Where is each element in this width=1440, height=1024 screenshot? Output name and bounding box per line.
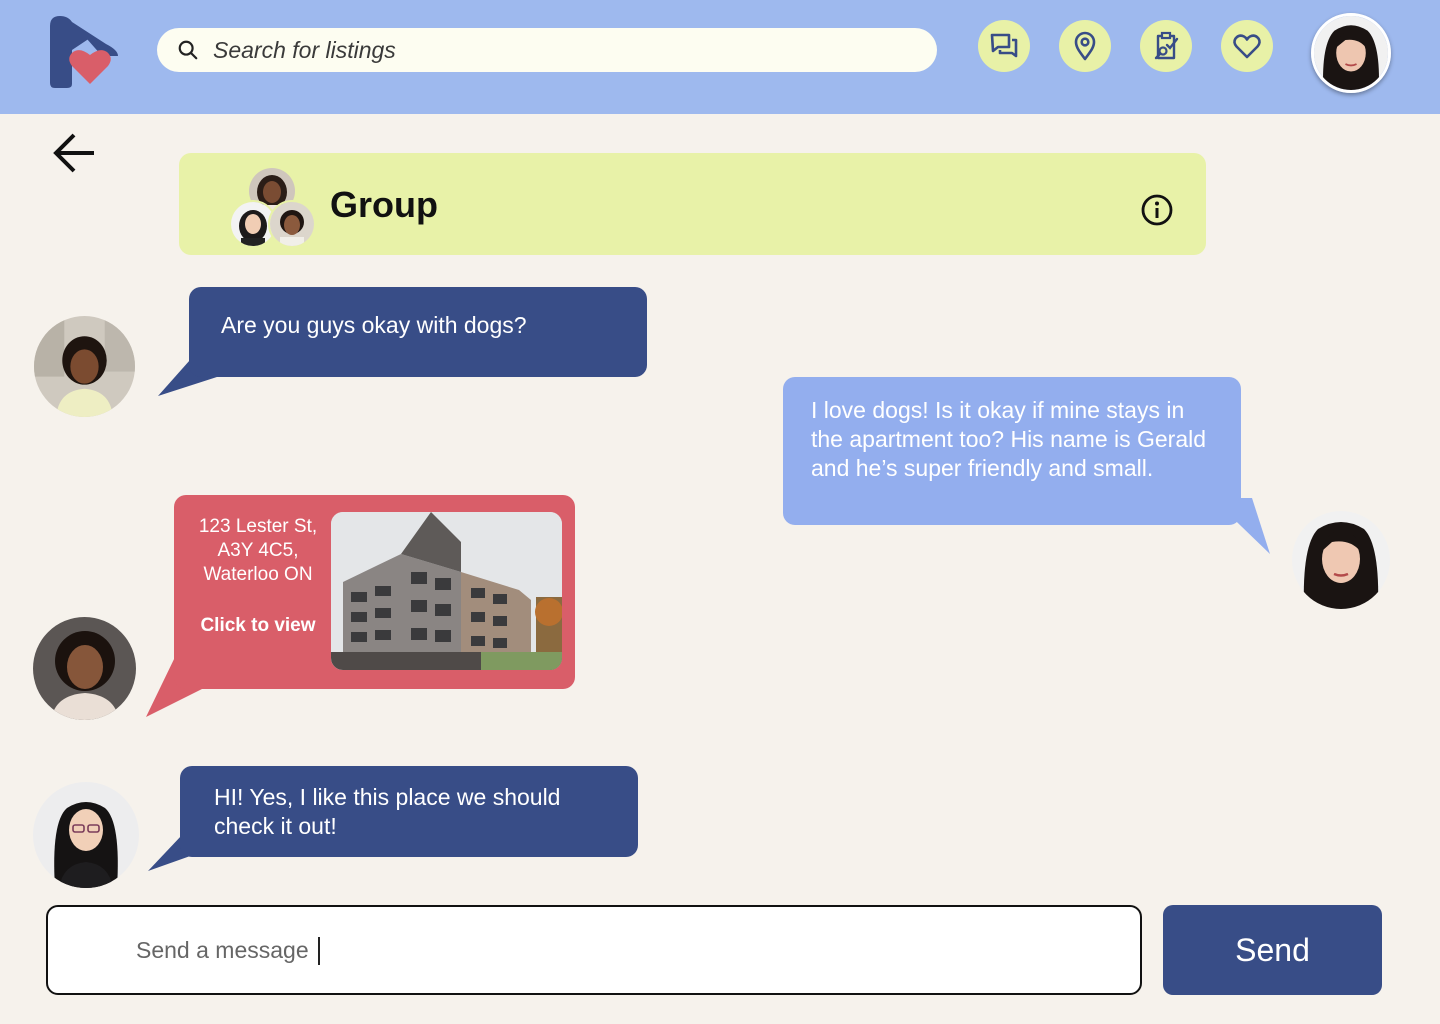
heart-icon: [1233, 34, 1261, 59]
listing-view-link[interactable]: Click to view: [192, 611, 324, 640]
favorites-button[interactable]: [1221, 20, 1273, 72]
chat-icon: [990, 33, 1018, 58]
send-button[interactable]: Send: [1163, 905, 1382, 995]
message-bubble-mine: I love dogs! Is it okay if mine stays in…: [783, 377, 1241, 525]
message-text: Are you guys okay with dogs?: [221, 312, 527, 338]
message-text: HI! Yes, I like this place we should che…: [214, 784, 561, 839]
message-composer[interactable]: [46, 905, 1142, 995]
search-icon: [178, 40, 198, 60]
clipboard-search-icon: [1154, 31, 1179, 60]
chat-header: Group: [179, 153, 1206, 255]
app-logo[interactable]: [46, 14, 122, 90]
back-button[interactable]: [50, 128, 100, 178]
sender-avatar: [33, 782, 139, 888]
text-caret: [318, 937, 320, 965]
message-input[interactable]: [136, 907, 1116, 993]
my-avatar: [1292, 511, 1390, 609]
chat-title: Group: [330, 184, 438, 225]
message-text: I love dogs! Is it okay if mine stays in…: [811, 397, 1207, 481]
messages-button[interactable]: [978, 20, 1030, 72]
message-bubble: HI! Yes, I like this place we should che…: [180, 766, 638, 857]
applications-button[interactable]: [1140, 20, 1192, 72]
member-avatar: [268, 200, 316, 248]
sender-avatar: [34, 316, 135, 417]
listing-address: 123 Lester St, A3Y 4C5, Waterloo ON: [198, 516, 318, 585]
map-button[interactable]: [1059, 20, 1111, 72]
info-icon: [1141, 194, 1173, 226]
sender-avatar: [33, 617, 136, 720]
search-bar[interactable]: [157, 28, 937, 72]
top-header: [0, 0, 1440, 114]
arrow-left-icon: [53, 133, 94, 173]
listing-photo[interactable]: [331, 512, 562, 670]
message-bubble: Are you guys okay with dogs?: [189, 287, 647, 377]
listing-card[interactable]: 123 Lester St, A3Y 4C5, Waterloo ON Clic…: [174, 495, 575, 689]
chat-info-button[interactable]: [1140, 193, 1174, 227]
search-input[interactable]: [213, 28, 913, 72]
map-pin-icon: [1074, 31, 1096, 61]
profile-avatar[interactable]: [1311, 13, 1391, 93]
